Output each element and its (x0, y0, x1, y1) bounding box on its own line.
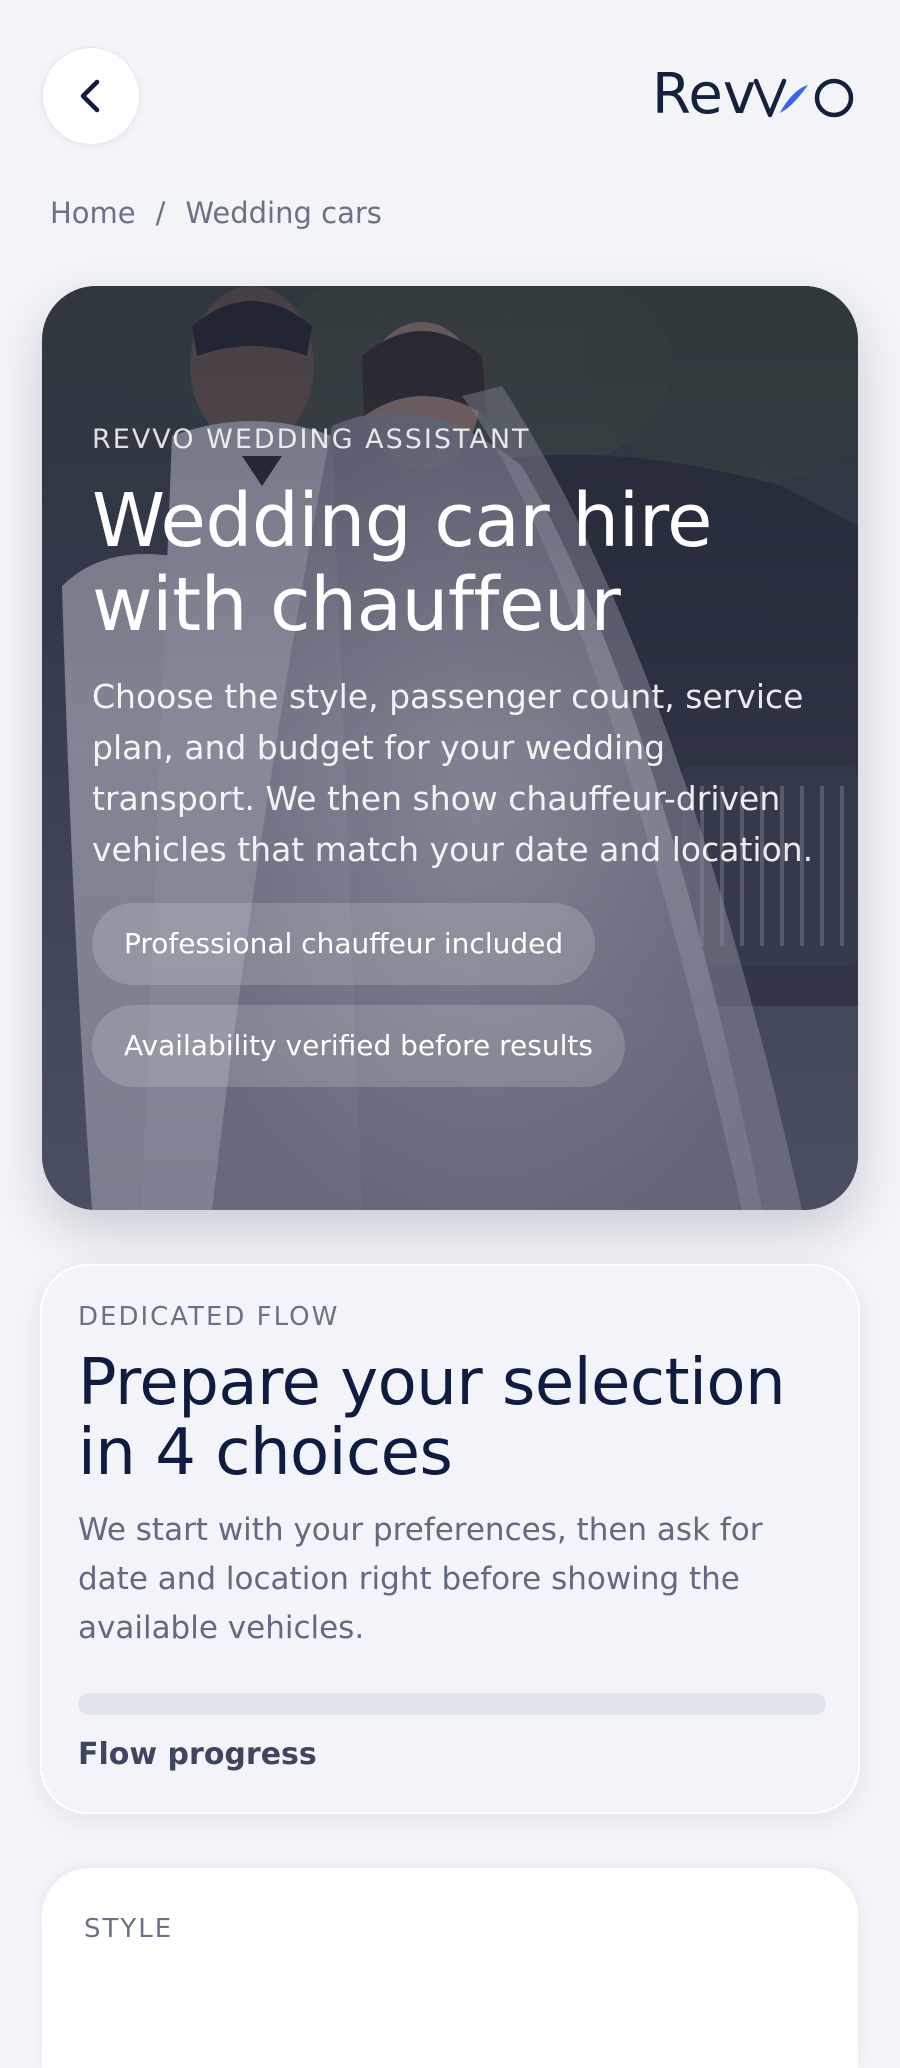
chip-chauffeur-included: Professional chauffeur included (92, 903, 596, 985)
hero-eyebrow: REVVO WEDDING ASSISTANT (92, 424, 531, 455)
hero-content: REVVO WEDDING ASSISTANT Wedding car hire… (92, 424, 822, 1107)
hero-title: Wedding car hire with chauffeur (92, 478, 713, 648)
app-header: Rev (0, 0, 900, 190)
flow-card: DEDICATED FLOW Prepare your selection in… (40, 1264, 860, 1814)
hero-card: REVVO WEDDING ASSISTANT Wedding car hire… (42, 286, 858, 1210)
style-section-label: STYLE (84, 1914, 174, 1944)
revvo-logo-mark: Rev (652, 63, 854, 123)
hero-chip-list: Professional chauffeur included Availabi… (92, 903, 822, 1107)
breadcrumb-current: Wedding cars (185, 196, 382, 230)
breadcrumb: Home / Wedding cars (50, 196, 382, 230)
svg-text:Rev: Rev (652, 63, 756, 123)
chevron-left-icon (80, 79, 100, 113)
hero-description: Choose the style, passenger count, servi… (92, 677, 814, 869)
flow-progress-label: Flow progress (78, 1737, 317, 1772)
chip-availability-verified: Availability verified before results (92, 1005, 625, 1087)
breadcrumb-home-link[interactable]: Home (50, 196, 136, 230)
flow-progress-bar (78, 1693, 826, 1715)
revvo-logo[interactable]: Rev (652, 58, 858, 128)
style-section-card: STYLE (42, 1868, 858, 2068)
flow-eyebrow: DEDICATED FLOW (78, 1302, 340, 1332)
back-button[interactable] (42, 47, 140, 145)
flow-description: We start with your preferences, then ask… (78, 1512, 763, 1646)
breadcrumb-separator: / (155, 196, 166, 230)
flow-title: Prepare your selection in 4 choices (78, 1346, 786, 1490)
